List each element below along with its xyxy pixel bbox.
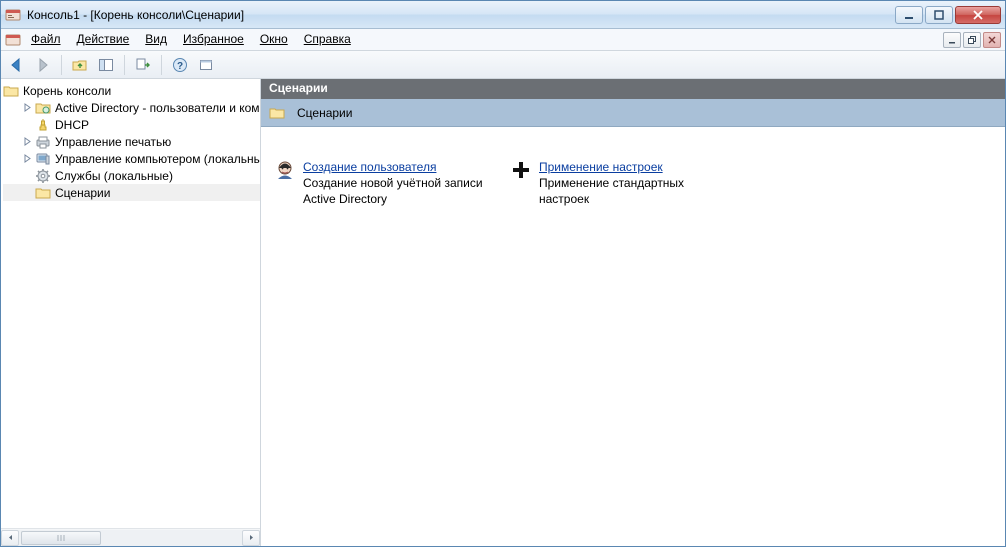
close-button[interactable] xyxy=(955,6,1001,24)
user-head-icon xyxy=(275,160,295,180)
titlebar: Консоль1 - [Корень консоли\Сценарии] xyxy=(1,1,1005,29)
tree-item-label: Службы (локальные) xyxy=(55,169,173,183)
scroll-thumb[interactable] xyxy=(21,531,101,545)
tree-root-label: Корень консоли xyxy=(23,84,111,98)
right-pane: Сценарии Сценарии xyxy=(261,79,1005,546)
plus-icon xyxy=(511,160,531,180)
folder-icon xyxy=(35,185,51,201)
toolbar-separator xyxy=(161,55,162,75)
pane-subheader[interactable]: Сценарии xyxy=(261,99,1005,127)
export-list-button[interactable] xyxy=(131,53,155,77)
task-create-user: Создание пользователя Создание новой учё… xyxy=(275,159,495,208)
body: Корень консоли Active Directory - пользо… xyxy=(1,79,1005,546)
help-button[interactable]: ? xyxy=(168,53,192,77)
tree-item-label: Сценарии xyxy=(55,186,110,200)
tree-item-label: Управление печатью xyxy=(55,135,171,149)
tree-item-print[interactable]: Управление печатью xyxy=(3,133,260,150)
task-desc: Применение стандартных настроек xyxy=(539,176,684,206)
window-buttons xyxy=(895,6,1001,24)
tree-item-scenarios[interactable]: Сценарии xyxy=(3,184,260,201)
tree-item-label: Active Directory - пользователи и компью… xyxy=(55,101,260,115)
up-button[interactable] xyxy=(68,53,92,77)
expand-icon[interactable] xyxy=(19,100,35,116)
task-apply-settings: Применение настроек Применение стандартн… xyxy=(511,159,731,208)
app-icon xyxy=(5,7,21,23)
forward-button[interactable] xyxy=(31,53,55,77)
menubar: Файл Действие Вид Избранное Окно Справка xyxy=(1,29,1005,51)
tree[interactable]: Корень консоли Active Directory - пользо… xyxy=(1,79,260,528)
folder-icon xyxy=(3,83,19,99)
expand-placeholder xyxy=(19,117,35,133)
tree-hscrollbar[interactable] xyxy=(1,528,260,546)
dhcp-icon xyxy=(35,117,51,133)
toolbar-separator xyxy=(124,55,125,75)
mdi-buttons xyxy=(943,29,1005,50)
mdi-restore-button[interactable] xyxy=(963,32,981,48)
window-title: Консоль1 - [Корень консоли\Сценарии] xyxy=(27,8,895,22)
back-button[interactable] xyxy=(5,53,29,77)
tree-item-compmgmt[interactable]: Управление компьютером (локальным) xyxy=(3,150,260,167)
window-frame: Консоль1 - [Корень консоли\Сценарии] Фай… xyxy=(0,0,1006,547)
printer-icon xyxy=(35,134,51,150)
task-desc: Создание новой учётной записи Active Dir… xyxy=(303,176,483,206)
show-hide-tree-button[interactable] xyxy=(94,53,118,77)
execute-button[interactable] xyxy=(194,53,218,77)
computer-icon xyxy=(35,151,51,167)
expand-icon[interactable] xyxy=(19,151,35,167)
scroll-track[interactable] xyxy=(19,530,242,546)
pane-content: Создание пользователя Создание новой учё… xyxy=(261,127,1005,546)
tree-item-ad[interactable]: Active Directory - пользователи и компью… xyxy=(3,99,260,116)
pane-subheader-label: Сценарии xyxy=(297,106,352,120)
mdi-minimize-button[interactable] xyxy=(943,32,961,48)
ad-icon xyxy=(35,100,51,116)
tree-pane: Корень консоли Active Directory - пользо… xyxy=(1,79,261,546)
scroll-left-button[interactable] xyxy=(1,530,19,546)
menu-help[interactable]: Справка xyxy=(296,29,359,50)
task-link[interactable]: Создание пользователя xyxy=(303,159,495,175)
mdi-close-button[interactable] xyxy=(983,32,1001,48)
menu-view[interactable]: Вид xyxy=(137,29,175,50)
folder-icon xyxy=(269,105,285,121)
tree-item-label: DHCP xyxy=(55,118,89,132)
svg-text:?: ? xyxy=(177,61,183,72)
tree-item-label: Управление компьютером (локальным) xyxy=(55,152,260,166)
pane-header: Сценарии xyxy=(261,79,1005,99)
expand-placeholder xyxy=(19,185,35,201)
menu-file[interactable]: Файл xyxy=(23,29,69,50)
menu-favorites[interactable]: Избранное xyxy=(175,29,252,50)
gear-icon xyxy=(35,168,51,184)
task-link[interactable]: Применение настроек xyxy=(539,159,731,175)
menu-window[interactable]: Окно xyxy=(252,29,296,50)
toolbar-separator xyxy=(61,55,62,75)
tree-item-dhcp[interactable]: DHCP xyxy=(3,116,260,133)
scroll-right-button[interactable] xyxy=(242,530,260,546)
maximize-button[interactable] xyxy=(925,6,953,24)
mdi-system-icon[interactable] xyxy=(3,29,23,50)
expand-placeholder xyxy=(19,168,35,184)
toolbar: ? xyxy=(1,51,1005,79)
minimize-button[interactable] xyxy=(895,6,923,24)
tree-root[interactable]: Корень консоли xyxy=(3,82,260,99)
expand-icon[interactable] xyxy=(19,134,35,150)
menu-action[interactable]: Действие xyxy=(69,29,138,50)
tree-item-services[interactable]: Службы (локальные) xyxy=(3,167,260,184)
